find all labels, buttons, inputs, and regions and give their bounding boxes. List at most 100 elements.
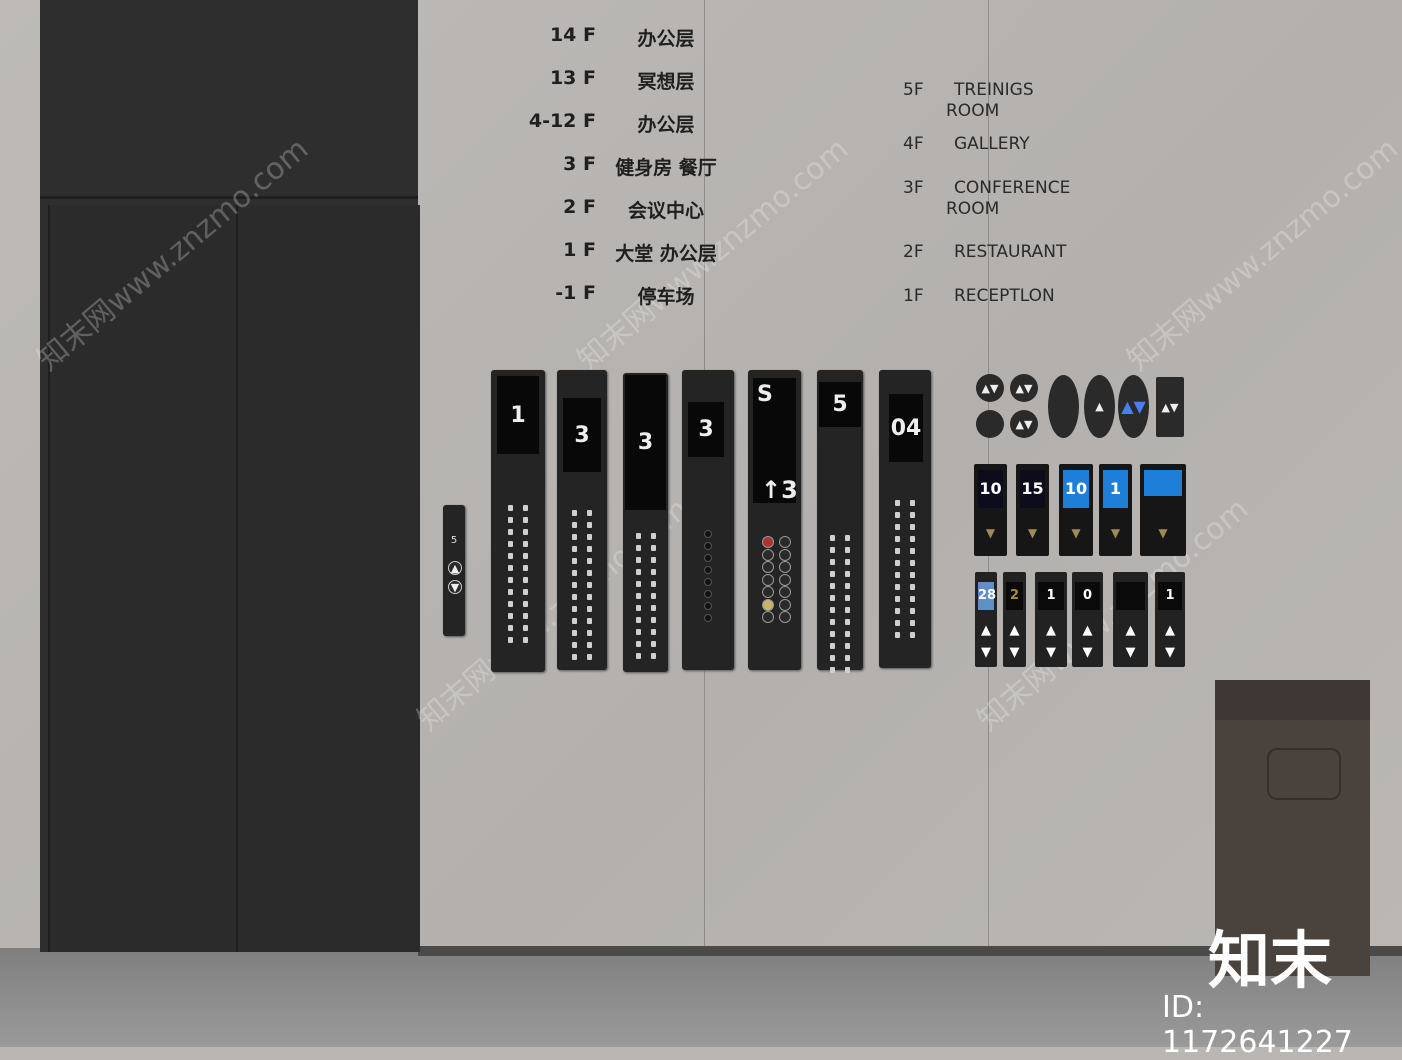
floor-button[interactable] xyxy=(508,565,513,571)
floor-button[interactable] xyxy=(830,643,835,649)
floor-button[interactable] xyxy=(587,510,592,516)
elevator-door-right[interactable] xyxy=(236,205,420,952)
floor-button[interactable] xyxy=(635,533,641,539)
floor-button[interactable] xyxy=(845,559,850,565)
floor-button[interactable] xyxy=(587,534,592,540)
floor-button[interactable] xyxy=(572,534,577,540)
floor-button[interactable] xyxy=(830,655,835,661)
floor-button[interactable] xyxy=(830,595,835,601)
floor-button[interactable] xyxy=(910,536,915,542)
floor-button[interactable] xyxy=(587,522,592,528)
floor-button[interactable] xyxy=(523,517,528,523)
floor-button[interactable] xyxy=(704,566,712,574)
floor-button[interactable] xyxy=(572,618,577,624)
floor-button[interactable] xyxy=(650,629,656,635)
down-button[interactable]: ▼ xyxy=(1140,526,1186,540)
up-button[interactable]: ▲ xyxy=(448,561,462,575)
up-down-buttons[interactable]: ▲ ▼ xyxy=(1035,620,1067,664)
floor-button[interactable] xyxy=(895,560,900,566)
down-button[interactable]: ▼ xyxy=(1099,526,1132,540)
floor-button[interactable] xyxy=(845,667,850,673)
floor-button[interactable] xyxy=(830,667,835,673)
floor-button[interactable] xyxy=(704,554,712,562)
floor-button[interactable] xyxy=(650,653,656,659)
floor-button[interactable] xyxy=(635,593,641,599)
floor-button[interactable] xyxy=(762,548,774,561)
floor-button[interactable] xyxy=(635,569,641,575)
floor-button[interactable] xyxy=(635,653,641,659)
floor-button[interactable] xyxy=(508,517,513,523)
floor-button[interactable] xyxy=(779,548,791,561)
floor-button[interactable] xyxy=(910,620,915,626)
floor-button[interactable] xyxy=(587,570,592,576)
floor-button[interactable] xyxy=(845,619,850,625)
up-down-buttons[interactable]: ▲ ▼ xyxy=(975,620,997,664)
floor-button[interactable] xyxy=(650,557,656,563)
floor-button[interactable] xyxy=(635,605,641,611)
floor-button[interactable] xyxy=(523,553,528,559)
floor-button[interactable] xyxy=(830,619,835,625)
floor-button[interactable] xyxy=(895,620,900,626)
floor-button[interactable] xyxy=(910,632,915,638)
floor-button[interactable] xyxy=(587,630,592,636)
floor-button[interactable] xyxy=(508,589,513,595)
floor-button[interactable] xyxy=(587,642,592,648)
floor-button[interactable] xyxy=(572,522,577,528)
floor-button[interactable] xyxy=(779,561,791,573)
floor-button[interactable] xyxy=(910,512,915,518)
floor-button[interactable] xyxy=(635,629,641,635)
down-button[interactable]: ▼ xyxy=(1059,526,1093,540)
floor-button[interactable] xyxy=(845,535,850,541)
floor-button[interactable] xyxy=(572,546,577,552)
floor-button[interactable] xyxy=(830,559,835,565)
floor-button[interactable] xyxy=(523,613,528,619)
floor-button[interactable] xyxy=(779,598,791,611)
floor-button[interactable] xyxy=(523,529,528,535)
floor-button[interactable] xyxy=(845,583,850,589)
floor-button[interactable] xyxy=(572,654,577,660)
floor-button[interactable] xyxy=(508,637,513,643)
floor-button[interactable] xyxy=(650,533,656,539)
floor-button[interactable] xyxy=(635,557,641,563)
floor-button[interactable] xyxy=(910,548,915,554)
floor-button[interactable] xyxy=(895,596,900,602)
floor-button[interactable] xyxy=(508,505,513,511)
floor-button[interactable] xyxy=(779,611,791,623)
floor-button[interactable] xyxy=(508,577,513,583)
floor-button[interactable] xyxy=(895,608,900,614)
floor-button[interactable] xyxy=(779,536,791,548)
floor-button[interactable] xyxy=(910,524,915,530)
floor-button[interactable] xyxy=(830,631,835,637)
floor-button[interactable] xyxy=(508,601,513,607)
call-button[interactable]: ▲▼ xyxy=(1118,375,1149,438)
floor-button[interactable] xyxy=(762,573,774,586)
floor-button[interactable] xyxy=(910,584,915,590)
floor-button[interactable] xyxy=(508,553,513,559)
floor-button[interactable] xyxy=(587,582,592,588)
floor-button[interactable] xyxy=(572,606,577,612)
floor-button[interactable] xyxy=(650,545,656,551)
floor-button[interactable] xyxy=(830,607,835,613)
floor-button[interactable] xyxy=(830,571,835,577)
floor-button[interactable] xyxy=(650,641,656,647)
up-down-buttons[interactable]: ▲ ▼ xyxy=(1072,620,1103,664)
floor-button[interactable] xyxy=(572,558,577,564)
floor-button[interactable] xyxy=(572,510,577,516)
floor-button[interactable] xyxy=(523,577,528,583)
floor-button[interactable] xyxy=(508,541,513,547)
floor-button[interactable] xyxy=(508,529,513,535)
down-button[interactable]: ▼ xyxy=(1016,526,1049,540)
floor-button[interactable] xyxy=(523,505,528,511)
floor-button[interactable] xyxy=(572,570,577,576)
up-down-buttons[interactable]: ▲ ▼ xyxy=(1155,620,1185,664)
floor-button[interactable] xyxy=(910,560,915,566)
floor-button[interactable] xyxy=(523,601,528,607)
floor-button[interactable] xyxy=(650,569,656,575)
floor-button[interactable] xyxy=(635,581,641,587)
floor-button[interactable] xyxy=(895,512,900,518)
floor-button[interactable] xyxy=(910,572,915,578)
floor-button[interactable] xyxy=(635,641,641,647)
floor-button[interactable] xyxy=(572,594,577,600)
floor-button[interactable] xyxy=(572,630,577,636)
floor-button[interactable] xyxy=(587,654,592,660)
